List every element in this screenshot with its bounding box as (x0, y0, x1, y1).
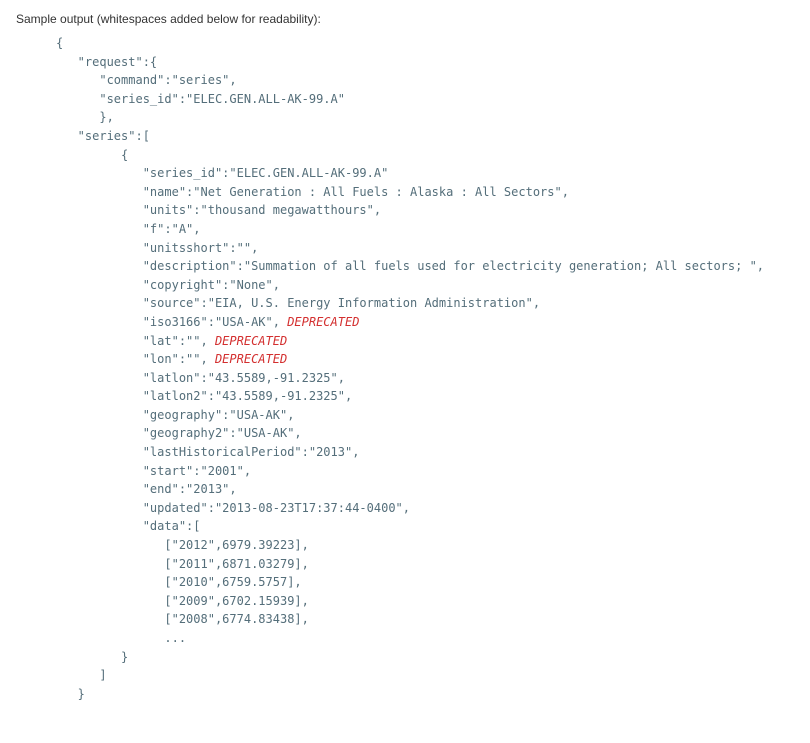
code-line: } (56, 687, 85, 701)
code-line: "geography2":"USA-AK", (56, 426, 302, 440)
code-line: "name":"Net Generation : All Fuels : Ala… (56, 185, 569, 199)
code-line: "lon":"", (56, 352, 215, 366)
code-line: "iso3166":"USA-AK", (56, 315, 287, 329)
code-line: "f":"A", (56, 222, 201, 236)
code-line: "request":{ (56, 55, 157, 69)
code-line: "geography":"USA-AK", (56, 408, 294, 422)
code-line: ... (56, 631, 186, 645)
code-line: ["2010",6759.5757], (56, 575, 302, 589)
code-line: "series":[ (56, 129, 150, 143)
code-line: } (56, 650, 128, 664)
code-line: "copyright":"None", (56, 278, 280, 292)
code-line: "latlon":"43.5589,-91.2325", (56, 371, 345, 385)
code-line: "lastHistoricalPeriod":"2013", (56, 445, 359, 459)
code-line: "command":"series", (56, 73, 237, 87)
code-line: "start":"2001", (56, 464, 251, 478)
code-line: "updated":"2013-08-23T17:37:44-0400", (56, 501, 410, 515)
code-line: "latlon2":"43.5589,-91.2325", (56, 389, 352, 403)
code-line: "unitsshort":"", (56, 241, 258, 255)
code-line: "data":[ (56, 519, 201, 533)
code-line: ] (56, 668, 107, 682)
code-line: "series_id":"ELEC.GEN.ALL-AK-99.A" (56, 92, 345, 106)
code-line: "source":"EIA, U.S. Energy Information A… (56, 296, 540, 310)
code-line: "lat":"", (56, 334, 215, 348)
code-line: "end":"2013", (56, 482, 237, 496)
code-line: "description":"Summation of all fuels us… (56, 259, 764, 273)
code-line: "series_id":"ELEC.GEN.ALL-AK-99.A" (56, 166, 388, 180)
code-line: ["2008",6774.83438], (56, 612, 309, 626)
code-line: { (56, 148, 128, 162)
code-line: { (56, 36, 63, 50)
code-line: "units":"thousand megawatthours", (56, 203, 381, 217)
sample-output-heading: Sample output (whitespaces added below f… (16, 12, 794, 26)
code-line: ["2012",6979.39223], (56, 538, 309, 552)
deprecated-label: DEPRECATED (215, 352, 287, 366)
deprecated-label: DEPRECATED (215, 334, 287, 348)
deprecated-label: DEPRECATED (287, 315, 359, 329)
code-line: }, (56, 110, 114, 124)
code-line: ["2011",6871.03279], (56, 557, 309, 571)
code-line: ["2009",6702.15939], (56, 594, 309, 608)
sample-output-code: { "request":{ "command":"series", "serie… (16, 34, 794, 703)
